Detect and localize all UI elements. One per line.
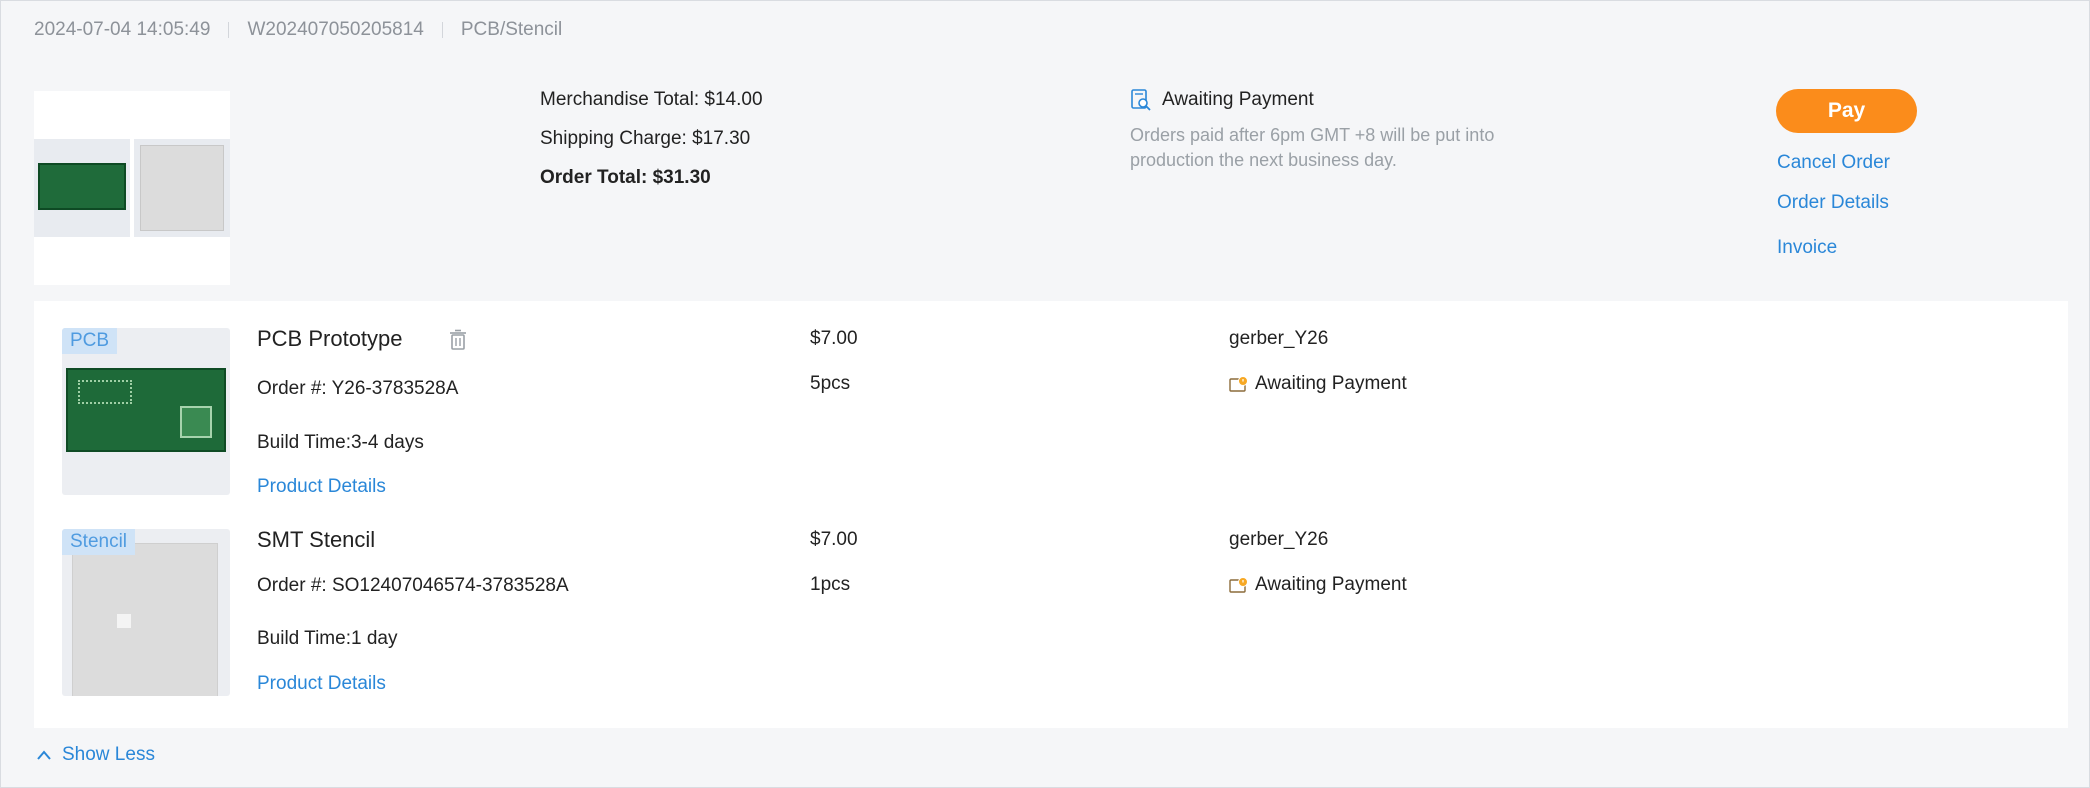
chevron-up-icon bbox=[37, 750, 51, 760]
order-category: PCB/Stencil bbox=[460, 19, 563, 40]
order-status: Awaiting Payment Orders paid after 6pm G… bbox=[1130, 89, 1550, 173]
status-text: Awaiting Payment bbox=[1162, 89, 1314, 110]
order-item-pcb: PCB PCB Prototype Order #: Y26-3783528A … bbox=[34, 301, 2068, 501]
status-note: Orders paid after 6pm GMT +8 will be put… bbox=[1130, 125, 1495, 170]
item-status: Awaiting Payment bbox=[1229, 574, 1407, 596]
item-build-time: Build Time:3-4 days bbox=[257, 432, 424, 453]
item-quantity: 1pcs bbox=[810, 574, 851, 595]
item-quantity: 5pcs bbox=[810, 373, 851, 394]
item-price: $7.00 bbox=[810, 529, 858, 550]
item-file-name: gerber_Y26 bbox=[1229, 328, 1329, 349]
trash-icon[interactable] bbox=[448, 329, 468, 351]
product-details-link[interactable]: Product Details bbox=[257, 476, 386, 498]
shipping-charge: Shipping Charge: $17.30 bbox=[540, 128, 751, 149]
divider bbox=[228, 22, 230, 38]
stencil-thumbnail bbox=[134, 139, 230, 237]
item-name: PCB Prototype bbox=[257, 326, 403, 351]
pcb-board-image bbox=[38, 163, 126, 210]
document-search-icon bbox=[1131, 89, 1151, 111]
item-type-tag: Stencil bbox=[62, 529, 136, 555]
thumbnail-pair bbox=[34, 139, 230, 237]
order-card: 2024-07-04 14:05:49 W202407050205814 PCB… bbox=[0, 0, 2090, 788]
item-type-tag: PCB bbox=[62, 328, 118, 354]
pay-button[interactable]: Pay bbox=[1776, 89, 1917, 133]
wallet-clock-icon bbox=[1229, 577, 1248, 593]
order-total: Order Total: $31.30 bbox=[540, 167, 711, 188]
order-id: W202407050205814 bbox=[247, 19, 424, 40]
divider bbox=[441, 22, 443, 38]
item-thumbnail[interactable]: Stencil bbox=[62, 529, 230, 696]
pcb-board-image bbox=[66, 368, 226, 452]
status-title: Awaiting Payment bbox=[1130, 89, 1550, 111]
cancel-order-link[interactable]: Cancel Order bbox=[1777, 152, 1890, 174]
product-details-link[interactable]: Product Details bbox=[257, 673, 386, 695]
order-actions: Pay Cancel Order Order Details Invoice bbox=[1776, 89, 1936, 258]
item-build-time: Build Time:1 day bbox=[257, 628, 398, 649]
merchandise-total: Merchandise Total: $14.00 bbox=[540, 89, 763, 110]
stencil-image bbox=[140, 145, 224, 231]
item-status-text: Awaiting Payment bbox=[1255, 574, 1407, 595]
show-less-label: Show Less bbox=[62, 744, 155, 765]
item-status: Awaiting Payment bbox=[1229, 373, 1407, 395]
item-order-number: Order #: Y26-3783528A bbox=[257, 378, 459, 399]
item-status-text: Awaiting Payment bbox=[1255, 373, 1407, 394]
order-totals: Merchandise Total: $14.00 Shipping Charg… bbox=[540, 89, 763, 206]
item-order-number: Order #: SO12407046574-3783528A bbox=[257, 575, 569, 596]
item-name: SMT Stencil bbox=[257, 527, 376, 552]
order-details-link[interactable]: Order Details bbox=[1777, 192, 1889, 214]
item-file-name: gerber_Y26 bbox=[1229, 529, 1329, 550]
wallet-clock-icon bbox=[1229, 376, 1248, 392]
order-header: 2024-07-04 14:05:49 W202407050205814 PCB… bbox=[34, 19, 562, 41]
order-item-stencil: Stencil SMT Stencil Order #: SO124070465… bbox=[34, 502, 2068, 702]
stencil-image bbox=[72, 543, 218, 696]
pcb-thumbnail bbox=[34, 139, 130, 237]
invoice-link[interactable]: Invoice bbox=[1777, 237, 1837, 259]
item-thumbnail[interactable]: PCB bbox=[62, 328, 230, 495]
order-date: 2024-07-04 14:05:49 bbox=[34, 19, 211, 40]
order-items-panel: PCB PCB Prototype Order #: Y26-3783528A … bbox=[34, 301, 2068, 728]
item-price: $7.00 bbox=[810, 328, 858, 349]
order-thumbnail[interactable] bbox=[34, 91, 230, 285]
show-less-link[interactable]: Show Less bbox=[36, 744, 155, 766]
